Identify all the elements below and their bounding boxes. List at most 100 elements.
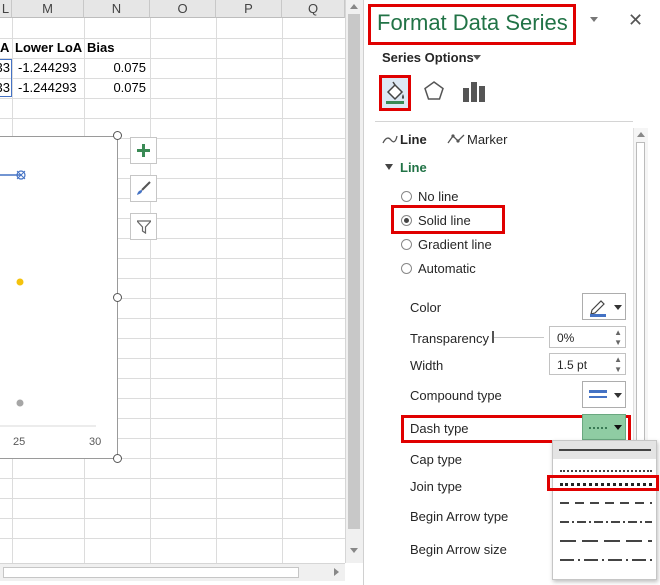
dash-sample: [560, 502, 652, 504]
chart-plot: [0, 170, 96, 427]
compound-type-label: Compound type: [410, 388, 502, 403]
join-type-label: Join type: [410, 479, 463, 494]
collapse-triangle-icon[interactable]: [385, 164, 393, 170]
cell-m-header[interactable]: Lower LoA: [15, 38, 82, 58]
width-value: 1.5 pt: [557, 358, 588, 372]
transparency-slider-track[interactable]: [492, 337, 544, 338]
chart-resize-handle[interactable]: [113, 454, 122, 463]
column-header-o[interactable]: O: [150, 0, 216, 18]
column-header-q[interactable]: Q: [282, 0, 345, 18]
gridline: [0, 478, 345, 479]
range-highlight: [0, 59, 12, 97]
cell-n-header[interactable]: Bias: [87, 38, 114, 58]
spin-down-icon[interactable]: ▼: [614, 365, 622, 374]
gridline: [150, 18, 151, 563]
gridline: [0, 518, 345, 519]
no-line-label[interactable]: No line: [418, 189, 458, 204]
column-header-p[interactable]: P: [216, 0, 282, 18]
pentagon-icon: [424, 81, 444, 100]
gradient-line-label[interactable]: Gradient line: [418, 237, 492, 252]
chart-resize-handle[interactable]: [113, 293, 122, 302]
horizontal-scroll-thumb[interactable]: [3, 567, 299, 578]
data-point-yellow[interactable]: [16, 278, 24, 286]
transparency-value: 0%: [557, 331, 575, 345]
begin-arrow-size-label: Begin Arrow size: [410, 542, 507, 557]
axis-tick-30: 30: [89, 436, 102, 448]
chevron-down-icon: [614, 425, 622, 430]
data-point-gray[interactable]: [16, 399, 24, 407]
embedded-chart[interactable]: 25 30: [0, 136, 118, 459]
column-header-l[interactable]: L: [0, 0, 12, 18]
width-input[interactable]: 1.5 pt ▲ ▼: [549, 353, 626, 375]
dash-dot-sample: [560, 521, 652, 523]
cell-m-row2[interactable]: -1.244293: [18, 78, 77, 98]
gridline: [216, 18, 217, 563]
paintbrush-icon: [137, 181, 151, 195]
funnel-icon: [136, 219, 151, 234]
compound-type-dropdown[interactable]: [582, 381, 626, 408]
worksheet[interactable]: L M N O P Q A Lower LoA Bias 33 -1.24429…: [0, 0, 363, 585]
gridline: [0, 98, 345, 99]
dash-option-dash-dot[interactable]: [554, 516, 655, 530]
marker-tab-label: Marker: [467, 132, 508, 147]
horizontal-scrollbar[interactable]: [0, 563, 345, 581]
radio-automatic[interactable]: [401, 263, 412, 274]
chart-elements-button[interactable]: [130, 137, 157, 164]
gridline: [0, 498, 345, 499]
solid-line-sample: [559, 449, 651, 451]
plus-icon: [137, 144, 150, 157]
long-dash-dot-sample: [560, 559, 652, 561]
round-dot-sample: [560, 470, 652, 472]
spin-up-icon[interactable]: ▲: [614, 355, 622, 364]
column-header-n[interactable]: N: [84, 0, 150, 18]
divider: [375, 121, 633, 122]
vertical-scroll-thumb[interactable]: [348, 14, 360, 529]
cell-l-header[interactable]: A: [0, 38, 9, 58]
chart-filters-button[interactable]: [130, 213, 157, 240]
color-label: Color: [410, 300, 442, 315]
transparency-slider-thumb[interactable]: [492, 331, 494, 343]
gridline: [282, 18, 283, 563]
scroll-up-icon[interactable]: [350, 4, 358, 9]
compound-lines-icon: [589, 390, 607, 398]
cell-n-row2[interactable]: 0.075: [84, 78, 146, 98]
dash-option-long-dash-dot[interactable]: [554, 554, 655, 568]
pane-scroll-thumb[interactable]: [636, 142, 645, 442]
dash-option-solid[interactable]: [553, 441, 656, 459]
gridline: [0, 538, 345, 539]
effects-tab[interactable]: [423, 80, 445, 107]
vertical-scrollbar[interactable]: [345, 0, 363, 563]
series-options-tab[interactable]: [462, 80, 486, 107]
transparency-input[interactable]: 0% ▲ ▼: [549, 326, 626, 348]
radio-gradient-line[interactable]: [401, 239, 412, 250]
scroll-down-icon[interactable]: [350, 548, 358, 553]
dash-type-menu[interactable]: [547, 440, 659, 580]
cell-n-row1[interactable]: 0.075: [84, 58, 146, 78]
long-dash-sample: [560, 540, 652, 542]
dash-type-dropdown[interactable]: [582, 414, 626, 440]
bar-chart-icon: [463, 82, 485, 102]
scroll-right-icon[interactable]: [334, 568, 339, 576]
column-header-m[interactable]: M: [12, 0, 84, 18]
cap-type-label: Cap type: [410, 452, 463, 467]
dash-option-long-dash[interactable]: [554, 535, 655, 549]
marker-line-icon: [447, 134, 465, 144]
series-options-dropdown[interactable]: Series Options: [382, 50, 474, 65]
chevron-down-icon: [614, 305, 622, 310]
spin-up-icon[interactable]: ▲: [614, 328, 622, 337]
pen-color-icon: [590, 300, 606, 317]
radio-no-line[interactable]: [401, 191, 412, 202]
scroll-up-icon[interactable]: [637, 132, 645, 137]
chevron-down-icon: [614, 393, 622, 398]
close-icon[interactable]: ✕: [628, 10, 643, 31]
cell-m-row1[interactable]: -1.244293: [18, 58, 77, 78]
pane-options-dropdown[interactable]: [590, 17, 598, 22]
chart-styles-button[interactable]: [130, 175, 157, 202]
automatic-label[interactable]: Automatic: [418, 261, 476, 276]
chevron-down-icon[interactable]: [473, 55, 481, 60]
line-section-header[interactable]: Line: [400, 160, 427, 175]
spin-down-icon[interactable]: ▼: [614, 338, 622, 347]
color-picker-button[interactable]: [582, 293, 626, 320]
dash-option-dash[interactable]: [554, 497, 655, 511]
chart-resize-handle[interactable]: [113, 131, 122, 140]
